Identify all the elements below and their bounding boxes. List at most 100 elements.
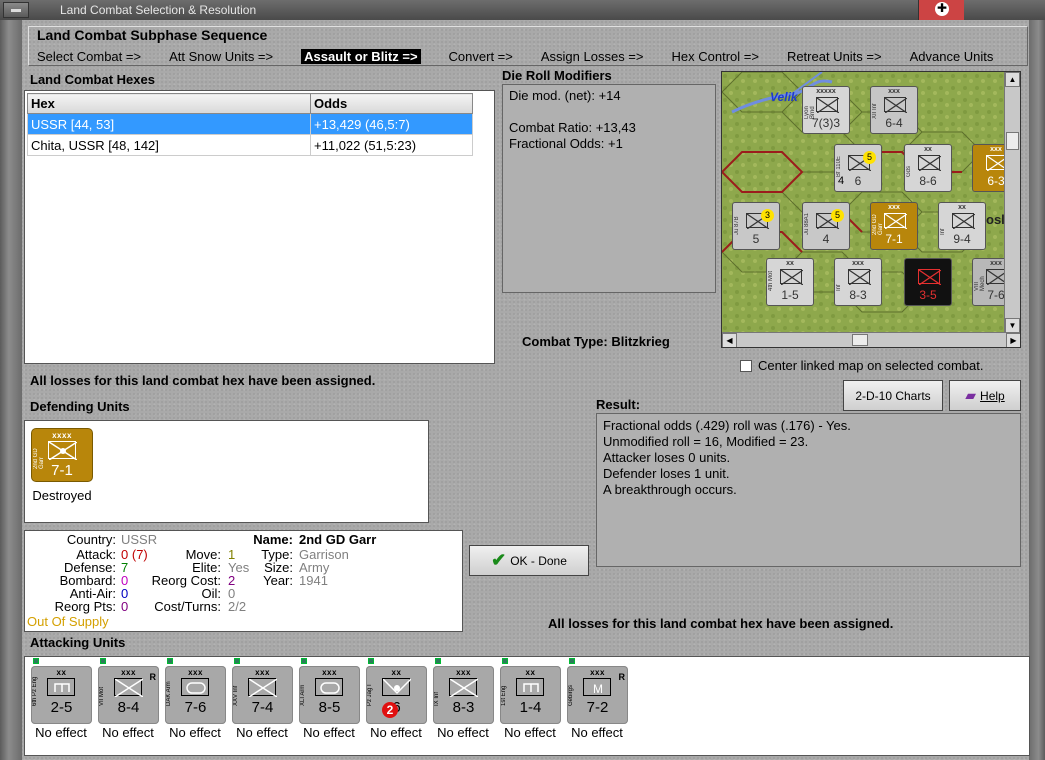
- map-unit-values: 3-5: [919, 288, 937, 302]
- unit-size: xxx: [188, 668, 203, 677]
- help-button-label: Help: [980, 388, 1005, 403]
- map-unit-counter[interactable]: xxx Inf 8-3: [834, 258, 882, 306]
- unit-type-icon: [181, 678, 209, 696]
- map-unit-size: xxx: [888, 204, 900, 211]
- result-box: Fractional odds (.429) roll was (.176) -…: [596, 413, 1021, 567]
- map-unit-type-icon: [952, 213, 975, 229]
- subphase-step: Retreat Units =>: [786, 49, 882, 64]
- drm-line: Combat Ratio: +13,43: [509, 120, 636, 135]
- combat-hexes-table: Hex Odds USSR [44, 53] +13,429 (46,5:7) Ch…: [27, 93, 473, 156]
- unit-counter[interactable]: xxx XLI Arm 8-5: [299, 666, 360, 724]
- map-unit-counter[interactable]: xx Gds 8-6: [904, 144, 952, 192]
- charts-button[interactable]: 2-D-10 Charts: [843, 380, 943, 411]
- map-scroll-down-button[interactable]: ▼: [1005, 318, 1020, 333]
- map-scroll-up-button[interactable]: ▲: [1005, 72, 1020, 87]
- map-scroll-left-button[interactable]: ◀: [722, 333, 737, 347]
- map-air-strength-circle: 3: [761, 209, 774, 222]
- help-book-icon: ▰: [965, 387, 977, 403]
- subphase-step: Advance Units: [909, 49, 994, 64]
- supply-status: Out Of Supply: [27, 614, 109, 629]
- unit-counter[interactable]: xx 1st Eng 1-4: [500, 666, 561, 724]
- unit-counter[interactable]: xxxx 2nd GD Garr 7-1: [32, 429, 92, 481]
- map-vscroll-thumb[interactable]: [1006, 132, 1019, 150]
- hex-cell: Chita, USSR [48, 142]: [27, 134, 311, 156]
- map-air-strength-circle: 5: [831, 209, 844, 222]
- result-line: Unmodified roll = 16, Modified = 23.: [603, 434, 809, 449]
- unit-marker-dot: [301, 658, 307, 664]
- map-unit-type-icon: [780, 269, 803, 285]
- drm-line: [509, 104, 709, 120]
- subphase-steps: Select Combat => Att Snow Units => Assault…: [37, 49, 1021, 64]
- subphase-sequence-box: Land Combat Subphase Sequence Select Com…: [28, 26, 1028, 66]
- unit-info-panel: Country: USSR Attack: 0 (7) Defense: 7 B…: [24, 530, 463, 632]
- name-label: Name:: [253, 532, 293, 547]
- combat-hexes-list[interactable]: Hex Odds USSR [44, 53] +13,429 (46,5:7) Ch…: [24, 90, 495, 364]
- center-linked-map-label: Center linked map on selected combat.: [758, 358, 984, 373]
- linked-map[interactable]: Velik osl xxxxx Lyon Brnd 7(3)3 xxx XII Inf 6…: [721, 71, 1021, 348]
- unit-status: No effect: [437, 725, 489, 740]
- title-bar: ▬ Land Combat Selection & Resolution: [0, 0, 1045, 20]
- attacking-units-title: Attacking Units: [30, 635, 126, 650]
- unit-counter[interactable]: xxx DAK Arm 7-6: [165, 666, 226, 724]
- unit-values: 7-6: [184, 699, 207, 716]
- map-unit-size: xxxxx: [816, 88, 836, 95]
- unit-type-icon: [114, 678, 144, 698]
- map-unit-type-icon: [884, 97, 907, 113]
- combat-window: ▬ Land Combat Selection & Resolution Lan…: [0, 0, 1045, 760]
- reserve-marker: R: [618, 672, 626, 682]
- unit-counter[interactable]: xxx VII Mot 8-4 R: [98, 666, 159, 724]
- subphase-step: Att Snow Units =>: [169, 49, 274, 64]
- table-row[interactable]: Chita, USSR [48, 142] +11,022 (51,5:23): [27, 134, 473, 156]
- map-unit-counter[interactable]: Bf 110E 6 5 4: [834, 144, 882, 192]
- drm-line: Die mod. (net): +14: [509, 88, 621, 103]
- unit-type-icon: [48, 441, 78, 461]
- map-unit-values: 9-4: [953, 232, 971, 246]
- unit-status: No effect: [35, 725, 87, 740]
- map-unit-counter[interactable]: xx Inf 9-4: [938, 202, 986, 250]
- unit-status: No effect: [370, 725, 422, 740]
- unit-counter[interactable]: xx 6th Pz Eng 2-5: [31, 666, 92, 724]
- unit-size: xx: [391, 668, 402, 677]
- unit-marker-dot: [502, 658, 508, 664]
- map-horizontal-scrollbar[interactable]: ◀ ▶: [722, 332, 1020, 347]
- frame-right: [1029, 20, 1045, 760]
- map-unit-counter[interactable]: xx 4th Mot 1-5: [766, 258, 814, 306]
- map-unit-size: xx: [958, 204, 966, 211]
- unit-type-icon: [449, 678, 479, 698]
- map-unit-counter[interactable]: Ju 88A1 4 5: [802, 202, 850, 250]
- system-menu-button[interactable]: ▬: [3, 2, 29, 18]
- map-air-strength-circle: 5: [863, 151, 876, 164]
- ok-done-button[interactable]: ✔ OK - Done: [469, 545, 589, 576]
- unit-counter[interactable]: xxx XXV Inf 7-4: [232, 666, 293, 724]
- map-scroll-right-button[interactable]: ▶: [1006, 333, 1020, 347]
- unit-counter[interactable]: xxPz Jag I62: [366, 666, 427, 724]
- center-linked-map-checkbox[interactable]: [740, 359, 752, 372]
- unit-marker-dot: [167, 658, 173, 664]
- map-unit-values: 8-3: [849, 288, 867, 302]
- unit-status: No effect: [504, 725, 556, 740]
- unit-type-icon: [516, 678, 544, 696]
- column-header-hex[interactable]: Hex: [27, 93, 311, 114]
- odds-cell: +13,429 (46,5:7): [310, 113, 473, 135]
- map-unit-counter[interactable]: Ju 87B 5 3: [732, 202, 780, 250]
- map-unit-values: 5: [752, 232, 760, 246]
- result-line: Attacker loses 0 units.: [603, 450, 731, 465]
- map-unit-counter[interactable]: xxx XII Inf 6-4: [870, 86, 918, 134]
- map-vertical-scrollbar[interactable]: ▲ ▼: [1004, 72, 1020, 334]
- map-unit-counter[interactable]: xxx 2nd GD Garr 7-1: [870, 202, 918, 250]
- die-roll-modifiers-title: Die Roll Modifiers: [502, 68, 612, 83]
- die-roll-modifiers-box: Die mod. (net): +14 Combat Ratio: +13,43 F…: [502, 84, 716, 293]
- unit-counter[interactable]: xxx Gebirgs M 7-2 R: [567, 666, 628, 724]
- odds-cell: +11,022 (51,5:23): [310, 134, 473, 156]
- map-unit-values: 7-1: [885, 232, 903, 246]
- map-hscroll-thumb[interactable]: [852, 334, 868, 346]
- center-linked-map-option[interactable]: Center linked map on selected combat.: [740, 358, 983, 373]
- map-unit-counter[interactable]: 3-5: [904, 258, 952, 306]
- unit-counter[interactable]: xxx IX Inf 8-3: [433, 666, 494, 724]
- help-button[interactable]: ▰ Help: [949, 380, 1021, 411]
- map-unit-values: 8-6: [919, 174, 937, 188]
- map-unit-counter[interactable]: xxxxx Lyon Brnd 7(3)3: [802, 86, 850, 134]
- table-row[interactable]: USSR [44, 53] +13,429 (46,5:7): [27, 113, 473, 135]
- cost-turns-value: 2/2: [228, 599, 247, 614]
- column-header-odds[interactable]: Odds: [310, 93, 473, 114]
